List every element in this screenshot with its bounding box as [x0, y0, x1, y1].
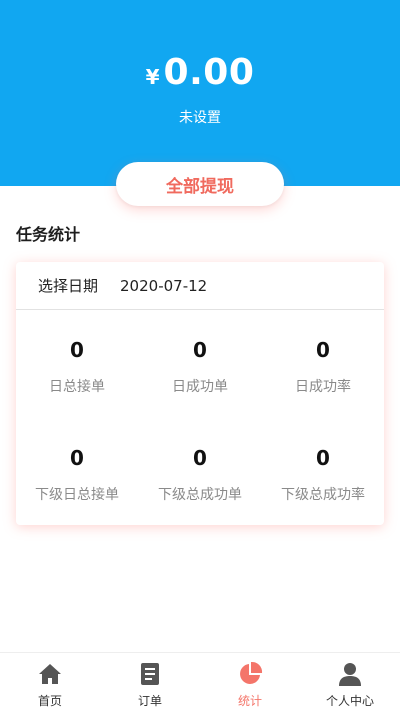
page: ¥ 0.00 未设置 全部提现 任务统计 选择日期 2020-07-12 0 日… [0, 0, 400, 716]
stat-value: 0 [316, 338, 330, 362]
pie-chart-icon [240, 661, 263, 684]
stat-daily-success-rate: 0 日成功率 [262, 338, 384, 396]
balance-display: ¥ 0.00 [0, 52, 400, 93]
stat-sub-daily-total-orders: 0 下级日总接单 [16, 446, 138, 504]
user-icon [339, 663, 361, 686]
nav-label: 首页 [37, 694, 62, 708]
date-selector-row: 选择日期 2020-07-12 [16, 262, 384, 310]
withdraw-all-button[interactable]: 全部提现 [116, 162, 284, 206]
balance-status: 未设置 [179, 110, 221, 126]
nav-label: 订单 [137, 694, 162, 708]
date-label: 选择日期 [38, 277, 99, 295]
nav-item-home[interactable]: 首页 [0, 653, 100, 716]
stat-label: 日成功单 [172, 379, 228, 395]
stat-label: 下级总成功单 [158, 487, 242, 503]
nav-label: 个人中心 [325, 694, 374, 708]
bottom-nav: 首页 订单 统计 个人中心 [0, 652, 400, 716]
currency-symbol: ¥ [145, 65, 160, 89]
nav-item-profile[interactable]: 个人中心 [300, 653, 400, 716]
stat-label: 下级日总接单 [35, 487, 119, 503]
stat-value: 0 [193, 338, 207, 362]
stat-daily-success-orders: 0 日成功单 [139, 338, 261, 396]
stat-sub-total-success-rate: 0 下级总成功率 [262, 446, 384, 504]
stat-value: 0 [70, 446, 84, 470]
stats-card: 选择日期 2020-07-12 0 日总接单 0 日成功单 0 日成功率 0 下… [16, 262, 384, 525]
stat-daily-total-orders: 0 日总接单 [16, 338, 138, 396]
home-icon [39, 664, 61, 684]
nav-label: 统计 [237, 694, 262, 708]
stat-label: 日成功率 [295, 379, 351, 395]
stat-value: 0 [193, 446, 207, 470]
order-icon [141, 663, 159, 685]
stat-value: 0 [316, 446, 330, 470]
balance-header: ¥ 0.00 未设置 [0, 0, 400, 186]
section-title: 任务统计 [16, 225, 81, 244]
date-picker[interactable]: 2020-07-12 [120, 277, 207, 295]
stat-label: 日总接单 [49, 379, 105, 395]
nav-item-orders[interactable]: 订单 [100, 653, 200, 716]
balance-amount: 0.00 [163, 52, 255, 93]
stat-label: 下级总成功率 [281, 487, 365, 503]
stat-sub-total-success-orders: 0 下级总成功单 [139, 446, 261, 504]
nav-item-stats[interactable]: 统计 [200, 653, 300, 716]
stat-value: 0 [70, 338, 84, 362]
